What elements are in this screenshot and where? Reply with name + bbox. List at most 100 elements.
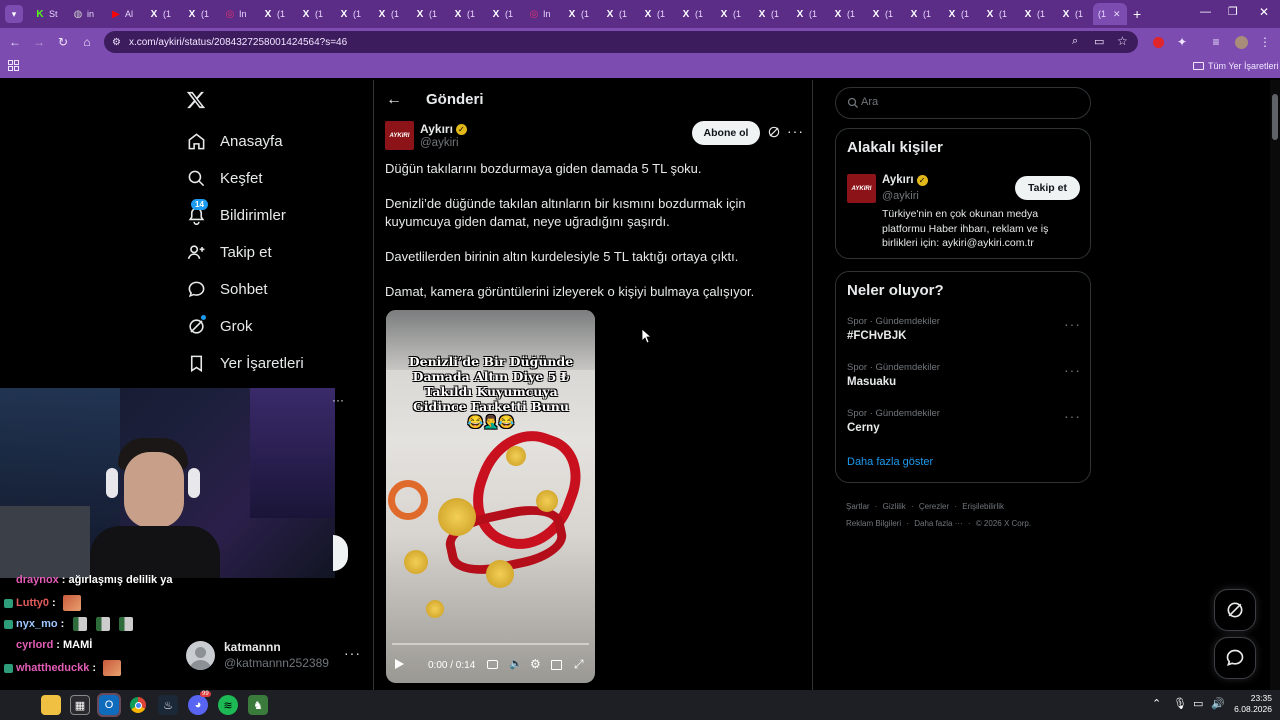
steam-icon[interactable]: ♨ [158,695,178,715]
windows-start-icon[interactable] [12,697,28,713]
trend-more-icon[interactable]: ··· [1064,362,1081,378]
browser-tab[interactable]: X (1 [485,3,523,25]
browser-tab[interactable]: X (1 [713,3,751,25]
browser-tab[interactable]: X (1 [561,3,599,25]
browser-tab[interactable]: ◍ in [67,3,105,25]
close-tab-icon[interactable]: ✕ [1113,9,1121,20]
chat-username[interactable]: draynox [16,574,59,586]
nav-notifications[interactable]: 14 Bildirimler [186,199,286,225]
site-info-icon[interactable]: ⚙ [112,37,121,48]
reload-icon[interactable]: ↻ [55,34,71,50]
outlook-icon[interactable]: O [97,693,121,717]
browser-tab[interactable]: K St [29,3,67,25]
account-switcher[interactable]: katmannn @katmannn252389 ··· [186,638,361,678]
footer-link[interactable]: Gizlilik [883,502,906,511]
account-more-icon[interactable]: ··· [344,645,361,661]
footer-link[interactable]: Erişilebilirlik [962,502,1004,511]
captions-icon[interactable] [487,660,498,669]
browser-tab[interactable]: X (1 [599,3,637,25]
display-icon[interactable]: ▭ [1193,697,1203,710]
author-handle[interactable]: @aykiri [420,137,459,149]
new-tab-button[interactable]: + [1133,6,1141,22]
browser-tab[interactable]: X (1 [941,3,979,25]
tab-search-button[interactable]: ▾ [5,5,23,23]
profile-avatar-icon[interactable] [1233,34,1249,50]
forward-icon[interactable]: → [31,34,47,50]
game-app-icon[interactable]: ♞ [248,695,268,715]
browser-tab[interactable]: X (1 [181,3,219,25]
person-name[interactable]: Aykırı ✓ [882,174,928,186]
browser-tab[interactable]: X (1 [295,3,333,25]
subscribe-button[interactable]: Abone ol [692,121,760,145]
chat-username[interactable]: cyrlord [16,639,53,651]
author-avatar[interactable]: AYKIRI [385,121,414,150]
page-scrollbar[interactable] [1270,80,1280,690]
grok-float-button[interactable] [1214,589,1256,631]
chat-username[interactable]: whattheduckk [16,662,89,674]
file-explorer-icon[interactable] [41,695,61,715]
trend-more-icon[interactable]: ··· [1064,408,1081,424]
restore-button[interactable]: ❐ [1228,5,1238,18]
footer-link[interactable]: Daha fazla ··· [914,519,962,528]
floating-button-partial[interactable] [333,535,348,571]
browser-tab-active[interactable]: (1 ✕ [1093,3,1127,25]
browser-tab[interactable]: X (1 [371,3,409,25]
person-avatar[interactable]: AYKIRI [847,174,876,203]
tray-chevron-icon[interactable]: ⌃ [1152,697,1161,710]
address-bar[interactable]: ⚙ x.com/aykiri/status/208432725800142456… [104,31,1138,53]
nav-explore[interactable]: Keşfet [186,168,263,188]
play-icon[interactable] [395,659,404,669]
browser-tab[interactable]: X (1 [257,3,295,25]
nav-bookmarks[interactable]: Yer İşaretleri [186,353,304,373]
chat-username[interactable]: Lutty0 [16,597,49,609]
nav-grok[interactable]: Grok [186,315,253,336]
grok-explain-icon[interactable] [767,125,781,144]
nav-follow[interactable]: Takip et [186,242,272,262]
browser-tab[interactable]: X (1 [1055,3,1093,25]
fullscreen-icon[interactable]: ⤢ [574,657,584,672]
back-icon[interactable]: ← [7,34,23,50]
zoom-icon[interactable]: ⌕ [1072,35,1078,48]
post-more-icon[interactable]: ··· [787,123,804,139]
settings-icon[interactable]: ⚙ [530,657,541,671]
browser-tab[interactable]: X (1 [865,3,903,25]
x-logo-icon[interactable] [186,90,206,115]
browser-tab[interactable]: X (1 [789,3,827,25]
footer-link[interactable]: © 2026 X Corp. [976,519,1031,528]
install-app-icon[interactable]: ▭ [1094,35,1104,48]
browser-tab[interactable]: ▶ Al [105,3,143,25]
discord-icon[interactable]: ◕ 99 [188,691,211,715]
apps-grid-icon[interactable] [8,60,19,71]
nav-chat[interactable]: Sohbet [186,279,268,299]
messages-float-button[interactable] [1214,637,1256,679]
browser-tab[interactable]: X (1 [675,3,713,25]
show-more-link[interactable]: Daha fazla göster [847,456,933,468]
author-name[interactable]: Aykırı ✓ [420,122,467,136]
webcam-more-icon[interactable]: ··· [332,393,344,407]
browser-tab[interactable]: X (1 [903,3,941,25]
extension-red-icon[interactable] [1150,34,1166,50]
volume-icon[interactable]: 🔈 [509,657,523,670]
trend-item[interactable]: Spor · Gündemdekiler Cerny ··· [847,408,1081,442]
minimize-button[interactable]: — [1200,6,1211,18]
browser-tab[interactable]: X (1 [979,3,1017,25]
nav-home[interactable]: Anasayfa [186,131,283,151]
back-arrow-icon[interactable]: ← [386,91,402,109]
browser-tab[interactable]: X (1 [751,3,789,25]
search-input[interactable]: Ara [835,87,1091,119]
close-window-button[interactable]: ✕ [1259,5,1269,19]
footer-link[interactable]: Şartlar [846,502,870,511]
follow-button[interactable]: Takip et [1015,176,1080,200]
volume-tray-icon[interactable]: 🔊 [1211,697,1225,710]
browser-menu-icon[interactable]: ⋮ [1257,34,1273,50]
reading-list-icon[interactable]: ≡ [1208,34,1224,50]
scrollbar-thumb[interactable] [1272,94,1278,140]
browser-tab[interactable]: X (1 [143,3,181,25]
extensions-puzzle-icon[interactable]: ✦ [1174,34,1190,50]
pip-icon[interactable] [551,660,562,670]
home-icon[interactable]: ⌂ [79,34,95,50]
browser-tab[interactable]: ◎ In [523,3,561,25]
microphone-icon[interactable]: 🎙 [1173,697,1187,710]
chat-username[interactable]: nyx_mo [16,618,58,630]
footer-link[interactable]: Çerezler [919,502,949,511]
